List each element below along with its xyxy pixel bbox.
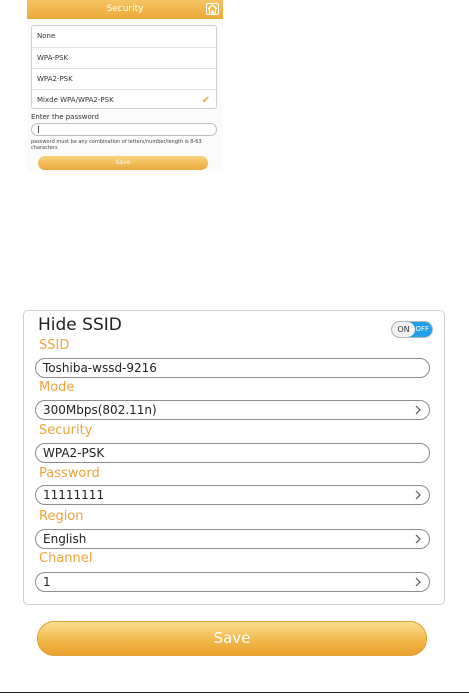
security-option-list: None WPA-PSK WPA2-PSK Mixde WPA/WPA2-PSK… [31,25,217,109]
toggle-off-label: OFF [415,325,429,333]
chevron-right-icon [415,405,421,415]
security-header: Security [27,0,223,19]
security-option-wpa2-psk[interactable]: WPA2-PSK [32,68,216,89]
region-value: English [43,532,87,546]
security-save-button[interactable]: Save [38,156,208,170]
hide-ssid-toggle[interactable]: ON OFF [391,321,433,338]
password-field[interactable]: 11111111 [35,485,430,505]
channel-value: 1 [43,575,51,589]
security-label: Security [39,423,93,438]
password-hint: password must be any combination of lett… [31,139,202,151]
toggle-knob: ON [392,322,415,337]
text-cursor [38,126,39,133]
ssid-label: SSID [39,338,70,353]
wifi-settings-card: Hide SSID ON OFF SSID Toshiba-wssd-9216 … [23,310,445,605]
security-title: Security [106,4,144,14]
chevron-right-icon [415,577,421,587]
security-option-label: None [37,32,56,40]
mode-label: Mode [39,380,75,395]
password-field-label: Password [39,466,100,481]
ssid-value: Toshiba-wssd-9216 [43,361,157,375]
home-icon[interactable] [206,3,219,15]
security-option-mixed[interactable]: Mixde WPA/WPA2-PSK ✔ [32,89,216,110]
channel-select[interactable]: 1 [35,572,430,592]
security-panel: Security None WPA-PSK WPA2-PSK Mixde WPA… [27,0,223,172]
mode-select[interactable]: 300Mbps(802.11n) [35,400,430,420]
channel-label: Channel [39,551,93,566]
password-label: Enter the password [31,113,99,121]
chevron-right-icon [415,490,421,500]
region-label: Region [39,509,84,524]
divider [0,692,469,693]
checkmark-icon: ✔ [201,95,210,106]
security-value: WPA2-PSK [43,446,105,460]
chevron-right-icon [415,534,421,544]
security-option-wpa-psk[interactable]: WPA-PSK [32,47,216,68]
password-input[interactable] [31,123,217,136]
security-option-label: Mixde WPA/WPA2-PSK [37,96,114,104]
region-select[interactable]: English [35,529,430,549]
hide-ssid-label: Hide SSID [38,315,122,335]
ssid-field[interactable]: Toshiba-wssd-9216 [35,358,430,378]
security-option-label: WPA2-PSK [37,75,73,83]
security-option-none[interactable]: None [32,26,216,47]
mode-value: 300Mbps(802.11n) [43,403,157,417]
security-option-label: WPA-PSK [37,54,69,62]
password-field-value: 11111111 [43,488,105,502]
security-field[interactable]: WPA2-PSK [35,443,430,463]
save-button[interactable]: Save [37,621,427,656]
